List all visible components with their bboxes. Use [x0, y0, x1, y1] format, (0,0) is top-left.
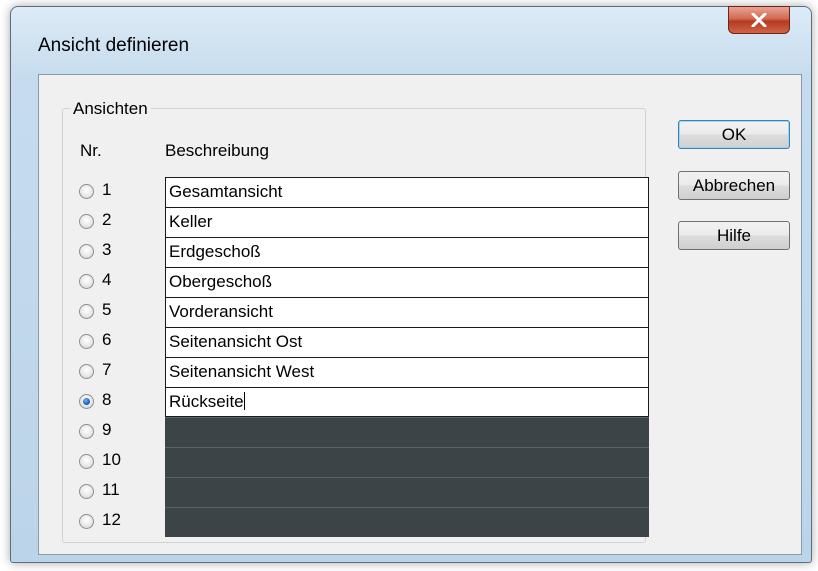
- view-description-field[interactable]: Gesamtansicht: [165, 177, 649, 207]
- ok-button[interactable]: OK: [678, 120, 790, 149]
- text-caret: [243, 392, 245, 410]
- view-description-text: Vorderansicht: [169, 302, 273, 321]
- column-header-description: Beschreibung: [165, 141, 269, 160]
- view-description-field[interactable]: Rückseite: [165, 387, 649, 417]
- view-description-text: Rückseite: [169, 392, 244, 411]
- view-description-text: Seitenansicht West: [169, 362, 315, 381]
- view-description-field[interactable]: Erdgeschoß: [165, 237, 649, 267]
- dialog-window: Ansicht definieren Ansichten Nr. Beschre…: [10, 6, 812, 563]
- view-row: 3 Erdgeschoß: [79, 237, 659, 267]
- view-number: 1: [102, 180, 112, 199]
- view-number: 4: [102, 270, 112, 289]
- view-row: 6 Seitenansicht Ost: [79, 327, 659, 357]
- close-icon: [751, 13, 767, 27]
- view-radio-6[interactable]: [79, 334, 94, 349]
- view-radio-9[interactable]: [79, 424, 94, 439]
- view-description-text: Keller: [169, 212, 213, 231]
- view-radio-3[interactable]: [79, 244, 94, 259]
- view-description-field[interactable]: Vorderansicht: [165, 297, 649, 327]
- view-number: 2: [102, 210, 112, 229]
- view-radio-4[interactable]: [79, 274, 94, 289]
- view-number: 5: [102, 300, 112, 319]
- view-row: 7 Seitenansicht West: [79, 357, 659, 387]
- view-radio-2[interactable]: [79, 214, 94, 229]
- view-row: 10: [79, 447, 659, 477]
- view-description-field[interactable]: Keller: [165, 207, 649, 237]
- view-row: 12: [79, 507, 659, 537]
- view-description-field[interactable]: [165, 477, 649, 507]
- view-row: 5 Vorderansicht: [79, 297, 659, 327]
- view-description-text: Seitenansicht Ost: [169, 332, 303, 351]
- view-description-text: Obergeschoß: [169, 272, 272, 291]
- view-description-field[interactable]: [165, 417, 649, 447]
- view-radio-10[interactable]: [79, 454, 94, 469]
- view-number: 12: [102, 510, 121, 529]
- view-number: 10: [102, 450, 121, 469]
- view-row: 1 Gesamtansicht: [79, 177, 659, 207]
- view-number: 8: [102, 390, 112, 409]
- view-radio-1[interactable]: [79, 184, 94, 199]
- view-description-field[interactable]: [165, 447, 649, 477]
- column-header-nr: Nr.: [80, 141, 102, 160]
- help-button[interactable]: Hilfe: [678, 221, 790, 250]
- view-row: 2 Keller: [79, 207, 659, 237]
- view-radio-12[interactable]: [79, 514, 94, 529]
- dialog-title: Ansicht definieren: [38, 35, 190, 56]
- view-number: 11: [102, 480, 120, 499]
- view-radio-11[interactable]: [79, 484, 94, 499]
- cancel-button[interactable]: Abbrechen: [678, 171, 790, 200]
- view-number: 7: [102, 360, 112, 379]
- view-radio-8[interactable]: [79, 394, 94, 409]
- view-description-field[interactable]: [165, 507, 649, 537]
- close-button[interactable]: [728, 6, 790, 34]
- view-radio-7[interactable]: [79, 364, 94, 379]
- view-row: 8 Rückseite: [79, 387, 659, 417]
- view-number: 6: [102, 330, 112, 349]
- view-description-field[interactable]: Obergeschoß: [165, 267, 649, 297]
- view-radio-5[interactable]: [79, 304, 94, 319]
- view-description-text: Erdgeschoß: [169, 242, 261, 261]
- view-row: 4 Obergeschoß: [79, 267, 659, 297]
- view-description-text: Gesamtansicht: [169, 182, 283, 201]
- view-description-field[interactable]: Seitenansicht West: [165, 357, 649, 387]
- view-number: 9: [102, 420, 112, 439]
- view-description-field[interactable]: Seitenansicht Ost: [165, 327, 649, 357]
- view-row: 9: [79, 417, 659, 447]
- view-number: 3: [102, 240, 112, 259]
- view-row: 11: [79, 477, 659, 507]
- dialog-client-area: Ansichten Nr. Beschreibung 1 Gesamtansich…: [38, 74, 802, 555]
- views-group-legend: Ansichten: [70, 99, 151, 119]
